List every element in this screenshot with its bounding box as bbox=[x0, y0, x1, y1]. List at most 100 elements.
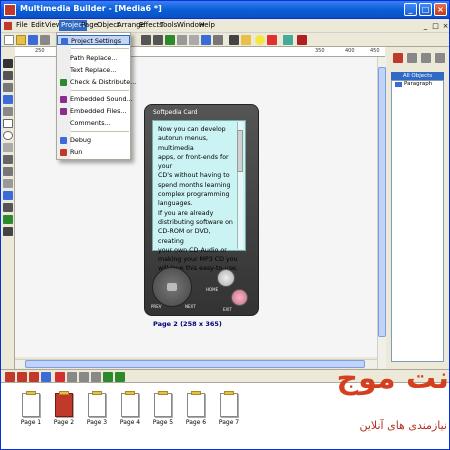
undo-icon[interactable] bbox=[103, 372, 113, 382]
image-tool-icon[interactable] bbox=[3, 95, 13, 104]
new-icon[interactable] bbox=[4, 35, 14, 45]
menu-page[interactable]: Page bbox=[81, 21, 98, 29]
zoom-in-icon[interactable] bbox=[141, 35, 151, 45]
window-title: Multimedia Builder - [Media6 *] bbox=[20, 4, 162, 13]
ruler-tick: 350 bbox=[315, 48, 325, 54]
menu-item-embedded-files[interactable]: Embedded Files... bbox=[57, 106, 130, 116]
menu-item-check-distribute[interactable]: Check & Distribute... bbox=[57, 77, 136, 87]
page-thumb[interactable] bbox=[187, 391, 205, 417]
menu-edit[interactable]: Edit bbox=[31, 21, 45, 29]
menu-file[interactable]: File bbox=[16, 21, 28, 29]
menu-item-embedded-sound[interactable]: Embedded Sound... bbox=[57, 94, 133, 104]
object-properties-icon[interactable] bbox=[407, 53, 417, 63]
page-info-label: Page 2 (258 x 365) bbox=[153, 320, 222, 328]
vertical-scroll-thumb[interactable] bbox=[378, 67, 386, 337]
menu-item-debug[interactable]: Debug bbox=[57, 135, 130, 145]
ruler-tick: 250 bbox=[35, 48, 45, 54]
page-thumb[interactable] bbox=[121, 391, 139, 417]
app-icon bbox=[4, 4, 16, 16]
card-scroll-thumb[interactable] bbox=[237, 130, 243, 172]
mdi-minimize-icon[interactable]: _ bbox=[421, 22, 430, 30]
objects-list[interactable] bbox=[391, 80, 444, 362]
paste-icon[interactable] bbox=[91, 372, 101, 382]
align-icon[interactable] bbox=[177, 35, 187, 45]
settings-icon bbox=[61, 38, 68, 45]
video-tool-icon[interactable] bbox=[3, 191, 13, 200]
polygon-tool-icon[interactable] bbox=[3, 155, 13, 164]
object-up-icon[interactable] bbox=[421, 53, 431, 63]
tools-icon[interactable] bbox=[283, 35, 293, 45]
duplicate-page-icon[interactable] bbox=[17, 372, 27, 382]
document-icon[interactable] bbox=[4, 22, 12, 30]
prev-label: PREV bbox=[151, 304, 162, 309]
objects-header[interactable]: All Objects bbox=[391, 72, 444, 80]
debug-icon bbox=[60, 137, 67, 144]
new-page-icon[interactable] bbox=[5, 372, 15, 382]
text-tool-icon[interactable] bbox=[3, 71, 13, 80]
zoom-tool-icon[interactable] bbox=[3, 227, 13, 236]
bulb-icon[interactable] bbox=[255, 35, 265, 45]
html-tool-icon[interactable] bbox=[3, 215, 13, 224]
maximize-button[interactable]: □ bbox=[419, 3, 432, 16]
vertical-scrollbar[interactable] bbox=[377, 57, 386, 369]
mdi-restore-icon[interactable]: □ bbox=[431, 22, 440, 30]
zoom-out-icon[interactable] bbox=[153, 35, 163, 45]
delete-object-icon[interactable] bbox=[393, 53, 403, 63]
ellipse-tool-icon[interactable] bbox=[3, 131, 13, 140]
arrange-icon[interactable] bbox=[189, 35, 199, 45]
page-master-icon[interactable] bbox=[41, 372, 51, 382]
copy-icon[interactable] bbox=[79, 372, 89, 382]
menu-item-text-replace[interactable]: Text Replace... bbox=[57, 65, 130, 75]
redo-icon[interactable] bbox=[115, 372, 125, 382]
select-tool-icon[interactable] bbox=[3, 59, 13, 68]
project-menu: Project Settings Path Replace... Text Re… bbox=[56, 32, 136, 160]
menu-item-project-settings[interactable]: Project Settings bbox=[57, 35, 130, 45]
page-thumb-active[interactable] bbox=[55, 391, 73, 417]
button-tool-icon[interactable] bbox=[3, 107, 13, 116]
star-icon[interactable] bbox=[241, 35, 251, 45]
exit-button[interactable] bbox=[231, 289, 248, 306]
files-icon bbox=[60, 108, 67, 115]
page-thumb[interactable] bbox=[22, 391, 40, 417]
pointer-icon[interactable] bbox=[229, 35, 239, 45]
minimize-button[interactable]: _ bbox=[404, 3, 417, 16]
menu-tools[interactable]: Tools bbox=[160, 21, 177, 29]
run-toolbar-icon[interactable] bbox=[297, 35, 307, 45]
card-paragraph[interactable]: Now you can develop autorun menus, multi… bbox=[158, 125, 238, 274]
page-properties-icon[interactable] bbox=[29, 372, 39, 382]
ruler-tick: 450 bbox=[370, 48, 380, 54]
card-title: Softpedia Card bbox=[153, 109, 198, 116]
delete-page-icon[interactable] bbox=[55, 372, 65, 382]
open-icon[interactable] bbox=[16, 35, 26, 45]
print-icon[interactable] bbox=[40, 35, 50, 45]
menu-item-comments[interactable]: Comments... bbox=[57, 118, 130, 128]
page-thumb[interactable] bbox=[88, 391, 106, 417]
menu-item-path-replace[interactable]: Path Replace... bbox=[57, 53, 130, 63]
home-button[interactable] bbox=[217, 269, 235, 287]
cut-icon[interactable] bbox=[67, 372, 77, 382]
menu-item-run[interactable]: Run bbox=[57, 147, 130, 157]
mdi-close-icon[interactable]: × bbox=[441, 22, 449, 30]
rectangle-tool-icon[interactable] bbox=[3, 119, 13, 128]
title-bar[interactable]: Multimedia Builder - [Media6 *] _ □ × bbox=[1, 1, 449, 19]
script-tool-icon[interactable] bbox=[3, 179, 13, 188]
save-icon[interactable] bbox=[28, 35, 38, 45]
run-icon bbox=[60, 149, 67, 156]
page-thumb[interactable] bbox=[220, 391, 238, 417]
layer-icon[interactable] bbox=[201, 35, 211, 45]
group-icon[interactable] bbox=[213, 35, 223, 45]
paragraph-tool-icon[interactable] bbox=[3, 83, 13, 92]
page-thumb[interactable] bbox=[154, 391, 172, 417]
line-tool-icon[interactable] bbox=[3, 143, 13, 152]
grid-icon[interactable] bbox=[165, 35, 175, 45]
sound-tool-icon[interactable] bbox=[3, 203, 13, 212]
page-label: Page 1 bbox=[20, 419, 42, 426]
object-item-paragraph[interactable]: Paragraph bbox=[404, 81, 432, 87]
close-button[interactable]: × bbox=[434, 3, 447, 16]
function-tool-icon[interactable] bbox=[3, 167, 13, 176]
page-label: Page 2 bbox=[53, 419, 75, 426]
object-down-icon[interactable] bbox=[435, 53, 445, 63]
add-icon[interactable] bbox=[267, 35, 277, 45]
menu-help[interactable]: Help bbox=[199, 21, 215, 29]
dpad-center bbox=[167, 283, 177, 291]
